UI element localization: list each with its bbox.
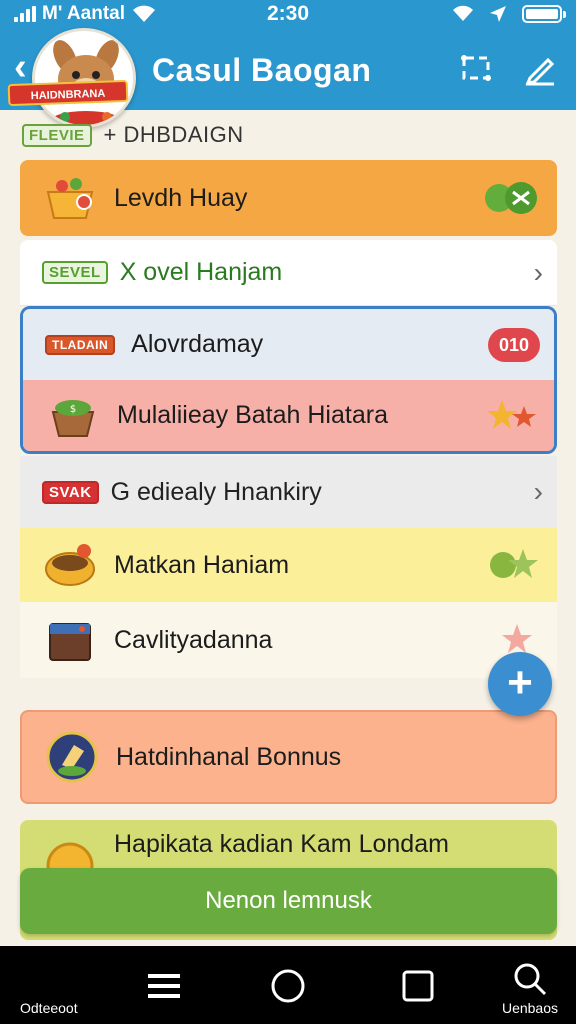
menu-icon[interactable] — [144, 966, 184, 1006]
status-bar: M' Aantal 2:30 — [0, 0, 576, 28]
stars-icon — [487, 399, 536, 429]
bonus-medal-icon — [46, 731, 98, 783]
status-badge: TLADAIN — [45, 334, 116, 355]
list-item[interactable]: SVAK G ediealy Hnankiry › — [20, 456, 557, 528]
sync-icon[interactable] — [456, 48, 496, 88]
nav-right-label: Uenbaos — [501, 1000, 558, 1016]
list-item-label: Hapikata kadian Kam Londam — [114, 830, 449, 858]
add-button[interactable]: + — [488, 652, 552, 716]
recents-icon[interactable] — [398, 966, 438, 1006]
list-item-label: Cavlityadanna — [114, 625, 273, 654]
bowl-icon — [45, 544, 95, 586]
navigation-bar: Odteeoot Uenbaos — [0, 946, 576, 1024]
list-item[interactable]: SEVEL X ovel Hanjam › — [20, 240, 557, 306]
clock: 2:30 — [266, 2, 310, 25]
search-icon[interactable] — [510, 960, 550, 1000]
svg-text:$: $ — [70, 404, 76, 415]
primary-button[interactable]: Nenon lemnusk — [20, 868, 557, 934]
list-item-label: Mulaliieay Batah Hiatara — [117, 401, 388, 429]
list-item[interactable]: Hatdinhanal Bonnus — [20, 710, 557, 804]
breadcrumb: + DHBDAIGN — [103, 122, 244, 147]
status-badge: SVAK — [42, 480, 99, 504]
count-badge: 010 — [488, 327, 540, 362]
chevron-right-icon: › — [533, 476, 543, 507]
list-item-label: Levdh Huay — [114, 183, 248, 212]
edit-icon[interactable] — [520, 48, 560, 88]
page-title: Casul Baogan — [152, 52, 372, 88]
status-badge: SEVEL — [42, 261, 108, 284]
basket-icon — [46, 178, 94, 219]
list-item-label: Hatdinhanal Bonnus — [116, 742, 342, 771]
mascot-banner: HAIDNBRANA — [7, 79, 129, 107]
nav-left-label: Odteeoot — [20, 1000, 78, 1016]
box-icon — [49, 623, 91, 661]
chevron-right-icon: › — [533, 256, 543, 288]
app-bar: ‹ HAIDNBRANA Casul Baogan — [0, 28, 576, 128]
list-item[interactable]: $ Mulaliieay Batah Hiatara — [23, 380, 554, 451]
pot-icon: $ — [51, 399, 95, 437]
list-item[interactable]: Matkan Haniam — [20, 528, 557, 602]
list-item-label: G ediealy Hnankiry — [110, 477, 322, 506]
mascot-logo — [32, 28, 136, 128]
list-item-label: X ovel Hanjam — [119, 258, 283, 286]
list-item[interactable]: TLADAIN Alovrdamay 010 — [23, 309, 554, 380]
toggle-badge-icon[interactable] — [479, 178, 543, 218]
back-icon[interactable]: ‹ — [14, 48, 27, 86]
list-item-label: Alovrdamay — [131, 330, 264, 358]
battery-icon — [522, 5, 566, 23]
list-item-label: Matkan Haniam — [114, 550, 290, 579]
star-badge-icon — [490, 549, 538, 578]
section-header: FLEVIE + DHBDAIGN — [22, 122, 244, 148]
section-chip: FLEVIE — [22, 123, 92, 147]
home-icon[interactable] — [268, 966, 308, 1006]
list-item[interactable]: Cavlityadanna — [20, 602, 557, 678]
selected-group: TLADAIN Alovrdamay 010 $ Mulaliieay Bata… — [20, 306, 557, 454]
list-item[interactable]: Levdh Huay — [20, 160, 557, 236]
